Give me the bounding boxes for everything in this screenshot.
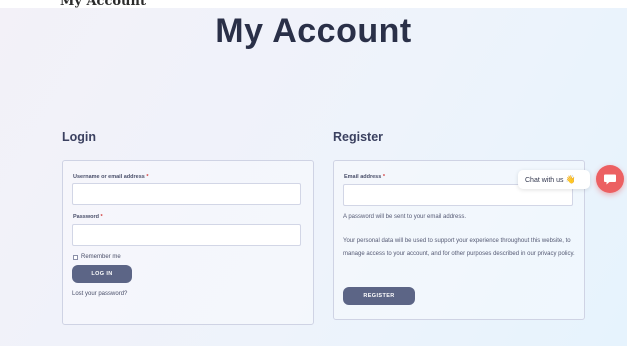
- privacy-note: Your personal data will be used to suppo…: [343, 238, 575, 257]
- page-title: My Account: [215, 12, 412, 50]
- register-button[interactable]: REGISTER: [343, 287, 415, 305]
- chat-icon: [604, 174, 616, 185]
- login-button[interactable]: LOG IN: [72, 265, 132, 283]
- chat-bubble-text: Chat with us: [525, 177, 564, 184]
- register-heading: Register: [333, 130, 384, 144]
- chat-with-us-bubble[interactable]: Chat with us 👋: [518, 170, 590, 189]
- waving-hand-icon: 👋: [565, 175, 576, 184]
- remember-me-label: Remember me: [81, 254, 121, 260]
- login-heading: Login: [62, 130, 97, 144]
- username-label-text: Username or email address: [73, 174, 145, 180]
- password-sent-note: A password will be sent to your email ad…: [343, 214, 467, 220]
- password-input[interactable]: [72, 224, 301, 246]
- username-label: Username or email address *: [73, 174, 149, 180]
- required-mark: *: [100, 214, 103, 220]
- chat-launcher-button[interactable]: [596, 165, 624, 193]
- remember-me-checkbox[interactable]: [73, 255, 78, 260]
- required-mark: *: [146, 174, 149, 180]
- lost-password-link[interactable]: Lost your password?: [72, 291, 127, 297]
- username-input[interactable]: [72, 183, 301, 205]
- top-banner-strip: My Account: [0, 0, 627, 8]
- required-mark: *: [382, 174, 385, 180]
- email-label: Email address *: [344, 174, 385, 180]
- password-label-text: Password: [73, 214, 99, 220]
- email-label-text: Email address: [344, 174, 382, 180]
- banner-text: My Account: [60, 0, 146, 8]
- password-label: Password *: [73, 214, 103, 220]
